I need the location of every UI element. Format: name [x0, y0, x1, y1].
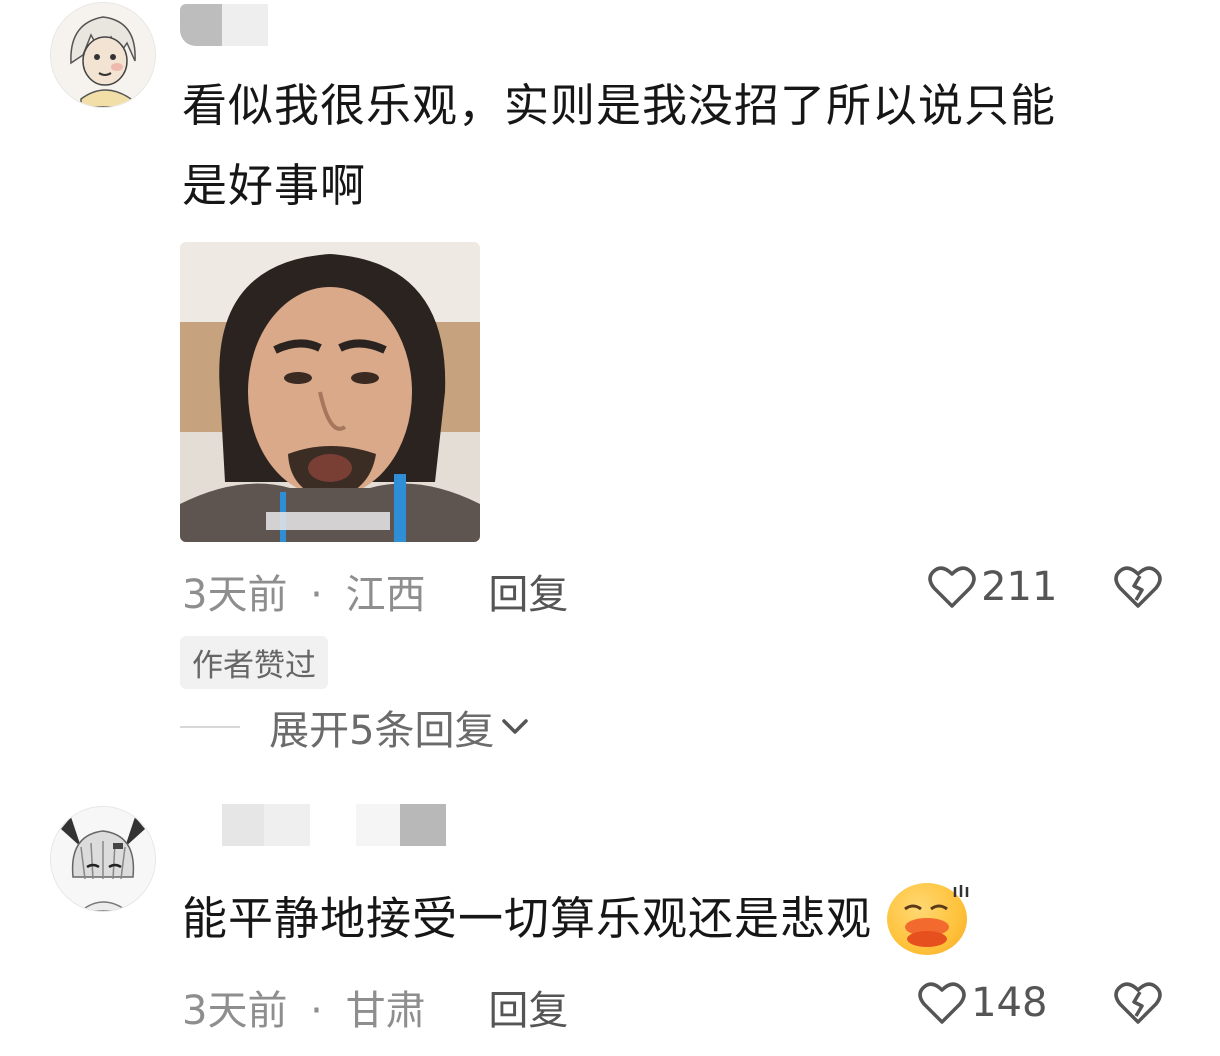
avatar[interactable]: [50, 2, 156, 108]
username-redacted[interactable]: [180, 4, 268, 46]
comment-text: 看似我很乐观，实则是我没招了所以说只能 是好事啊: [182, 66, 1182, 226]
like-count: 211: [981, 564, 1058, 610]
dislike-button[interactable]: [1114, 564, 1162, 614]
portrait-photo: [180, 242, 480, 542]
like-button[interactable]: 148: [918, 980, 1047, 1030]
author-liked-badge: 作者赞过: [180, 636, 328, 689]
like-count: 148: [971, 980, 1048, 1026]
avatar-illustration: [51, 3, 155, 107]
comment-image[interactable]: [180, 242, 480, 542]
duck-lips-emoji-icon: [887, 879, 973, 959]
heart-outline-icon: [918, 982, 966, 1024]
avatar-illustration: [51, 807, 155, 911]
expand-replies[interactable]: 展开5条回复: [180, 698, 530, 754]
reply-button[interactable]: 回复: [488, 988, 568, 1034]
comment-text-line-2: 是好事啊: [182, 159, 367, 212]
meta-separator: ·: [310, 572, 323, 618]
heart-outline-icon: [928, 566, 976, 608]
comment-text: 能平静地接受一切算乐观还是悲观: [182, 876, 1182, 959]
expand-replies-label: 展开5条回复: [269, 708, 495, 754]
comment-location: 江西: [345, 572, 426, 618]
comment-meta: 3天前 · 甘肃 回复: [182, 978, 568, 1034]
meta-separator: ·: [310, 988, 323, 1034]
divider-line: [180, 726, 240, 728]
comment-time: 3天前: [182, 572, 288, 618]
comment-text-line-1: 看似我很乐观，实则是我没招了所以说只能: [182, 79, 1057, 132]
broken-heart-icon: [1114, 566, 1162, 608]
comment-location: 甘肃: [345, 988, 426, 1034]
broken-heart-icon: [1114, 982, 1162, 1024]
comment-text-content: 能平静地接受一切算乐观还是悲观: [182, 892, 873, 945]
like-button[interactable]: 211: [928, 564, 1057, 614]
comment-meta: 3天前 · 江西 回复: [182, 562, 568, 618]
comment-time: 3天前: [182, 988, 288, 1034]
chevron-down-icon: [501, 719, 528, 734]
avatar[interactable]: [50, 806, 156, 912]
username-redacted[interactable]: [222, 804, 446, 846]
reply-button[interactable]: 回复: [488, 572, 568, 618]
dislike-button[interactable]: [1114, 980, 1162, 1030]
